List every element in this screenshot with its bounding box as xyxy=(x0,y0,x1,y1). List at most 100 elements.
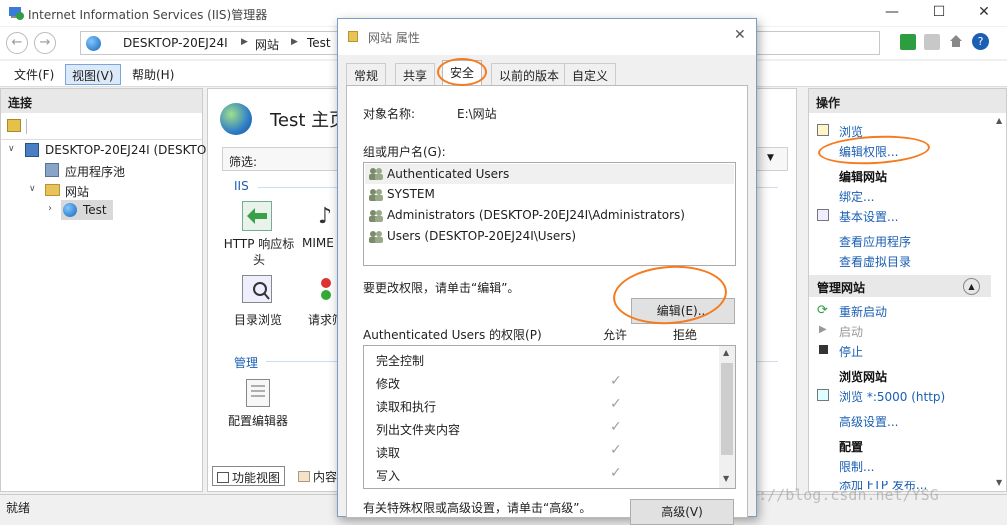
users-list[interactable]: Authenticated Users SYSTEM Administrator… xyxy=(363,162,736,266)
filter-dropdown-icon[interactable]: ▼ xyxy=(767,153,774,163)
tree-item-server[interactable]: DESKTOP-20EJ24I (DESKTO xyxy=(45,143,206,157)
permission-name: 完全控制 xyxy=(376,354,425,368)
tree-item-apppools[interactable]: 应用程序池 xyxy=(65,163,125,180)
user-entry[interactable]: Administrators (DESKTOP-20EJ24I\Administ… xyxy=(387,208,685,222)
actions-header: 操作 xyxy=(809,89,1006,113)
action-start[interactable]: 启动 xyxy=(839,323,863,340)
maximize-button[interactable]: ☐ xyxy=(916,0,962,26)
close-button[interactable]: ✕ xyxy=(961,0,1007,26)
annotation-oval-security-tab xyxy=(437,58,487,86)
advanced-button[interactable]: 高级(V) xyxy=(630,499,734,525)
add-connection-icon[interactable] xyxy=(7,119,21,132)
address-crumb-sites[interactable]: 网站 xyxy=(255,36,279,53)
mime-icon[interactable]: ♪ xyxy=(318,201,338,231)
tree-item-sites[interactable]: 网站 xyxy=(65,183,89,200)
apppool-icon xyxy=(45,163,59,177)
browse-icon xyxy=(817,124,829,136)
menu-view[interactable]: 视图(V) xyxy=(65,64,121,85)
action-advanced-settings[interactable]: 高级设置... xyxy=(839,413,898,430)
scroll-thumb[interactable] xyxy=(721,363,733,455)
collapse-icon[interactable]: ▲ xyxy=(963,278,980,295)
help-icon[interactable]: ? xyxy=(972,33,989,50)
globe-icon xyxy=(220,103,252,135)
users-list-item-selected[interactable]: Authenticated Users xyxy=(365,164,734,184)
scroll-down-icon[interactable]: ▼ xyxy=(996,478,1002,487)
tree-expander[interactable]: ∨ xyxy=(29,184,36,194)
minimize-button[interactable]: — xyxy=(869,0,915,26)
back-button[interactable]: ← xyxy=(6,32,28,54)
users-icon xyxy=(368,209,384,222)
edit-hint: 要更改权限，请单击“编辑”。 xyxy=(363,281,520,295)
group-users-label: 组或用户名(G): xyxy=(363,145,446,159)
menu-help[interactable]: 帮助(H) xyxy=(126,64,180,85)
http-response-headers-icon[interactable] xyxy=(242,201,272,231)
permissions-list[interactable]: ▲ ▼ 完全控制 修改 ✓ 读取和执行 ✓ 列出文件夹内容 ✓ 读取 ✓ 写入 ✓ xyxy=(363,345,736,489)
action-limits[interactable]: 限制... xyxy=(839,458,874,475)
action-bindings[interactable]: 绑定... xyxy=(839,188,874,205)
feature-mime[interactable]: MIME xyxy=(302,236,336,250)
directory-browsing-icon[interactable] xyxy=(242,275,272,303)
refresh-icon[interactable] xyxy=(900,34,916,50)
action-browse-port[interactable]: 浏览 *:5000 (http) xyxy=(839,388,945,405)
action-restart[interactable]: 重新启动 xyxy=(839,303,887,320)
tab-features-view-label: 功能视图 xyxy=(232,471,281,485)
stop-icon xyxy=(819,345,828,354)
feature-config-editor[interactable]: 配置编辑器 xyxy=(228,412,288,429)
forward-button[interactable]: → xyxy=(34,32,56,54)
window-title: Internet Information Services (IIS)管理器 xyxy=(28,8,268,22)
action-view-applications[interactable]: 查看应用程序 xyxy=(839,233,911,250)
permission-name: 读取和执行 xyxy=(376,400,437,414)
tab-content-view-label: 内容视图 xyxy=(313,470,338,484)
tree-expander[interactable]: ∨ xyxy=(8,144,15,154)
tree-item-test[interactable]: Test xyxy=(83,203,107,217)
scroll-up-icon[interactable]: ▲ xyxy=(996,116,1002,125)
stop-icon[interactable] xyxy=(924,34,940,50)
feature-request-filtering[interactable]: 请求筛选 xyxy=(308,311,338,328)
address-crumb-site[interactable]: Test xyxy=(307,36,331,50)
config-editor-icon[interactable] xyxy=(246,379,270,407)
tab-previous-versions[interactable]: 以前的版本 xyxy=(491,63,568,85)
permission-name: 修改 xyxy=(376,377,401,391)
tab-sharing[interactable]: 共享 xyxy=(395,63,436,85)
action-basic-settings[interactable]: 基本设置... xyxy=(839,208,898,225)
permission-name: 写入 xyxy=(376,469,401,483)
home-icon[interactable] xyxy=(948,33,964,49)
tab-features-view[interactable]: 功能视图 xyxy=(212,466,286,486)
user-entry[interactable]: Users (DESKTOP-20EJ24I\Users) xyxy=(387,229,576,243)
permission-name: 列出文件夹内容 xyxy=(376,423,461,437)
tab-content-view[interactable]: 内容视图 xyxy=(294,466,338,486)
tree-selection[interactable]: Test xyxy=(61,200,113,220)
config-header: 配置 xyxy=(839,440,864,454)
permissions-scrollbar[interactable]: ▲ ▼ xyxy=(719,346,735,488)
connections-panel: 连接 ∨ DESKTOP-20EJ24I (DESKTO 应用程序池 ∨ 网站 … xyxy=(0,88,206,492)
users-icon xyxy=(368,167,384,180)
user-entry[interactable]: Authenticated Users xyxy=(387,167,509,181)
folder-icon xyxy=(348,31,358,42)
filter-label: 筛选: xyxy=(229,155,258,169)
status-text: 就绪 xyxy=(6,501,31,515)
tab-customize[interactable]: 自定义 xyxy=(564,63,617,85)
request-filtering-icon[interactable] xyxy=(318,275,338,305)
menu-file[interactable]: 文件(F) xyxy=(8,64,60,85)
connections-header: 连接 xyxy=(1,89,202,113)
restart-icon: ⟳ xyxy=(817,303,828,318)
action-view-virtual-directories[interactable]: 查看虚拟目录 xyxy=(839,253,911,270)
dialog-close-button[interactable]: ✕ xyxy=(734,27,746,43)
scroll-up-icon[interactable]: ▲ xyxy=(723,348,729,357)
user-entry[interactable]: SYSTEM xyxy=(387,187,435,201)
tab-general[interactable]: 常规 xyxy=(346,63,387,85)
allow-column-header: 允许 xyxy=(603,328,628,342)
feature-http-response-headers[interactable]: HTTP 响应标头 xyxy=(222,236,296,268)
address-crumb-server[interactable]: DESKTOP-20EJ24I xyxy=(123,36,228,50)
actions-scrollbar[interactable]: ▲ ▼ xyxy=(993,114,1007,492)
allow-check-icon: ✓ xyxy=(610,419,622,435)
server-icon xyxy=(25,143,39,157)
tree-expander[interactable]: › xyxy=(48,203,52,214)
browse-site-header: 浏览网站 xyxy=(839,370,888,384)
center-scrollbar[interactable] xyxy=(756,174,772,464)
folder-icon xyxy=(45,184,60,196)
permissions-label: Authenticated Users 的权限(P) xyxy=(363,328,542,342)
action-stop[interactable]: 停止 xyxy=(839,343,863,360)
scroll-down-icon[interactable]: ▼ xyxy=(723,474,729,483)
feature-directory-browsing[interactable]: 目录浏览 xyxy=(234,311,282,328)
